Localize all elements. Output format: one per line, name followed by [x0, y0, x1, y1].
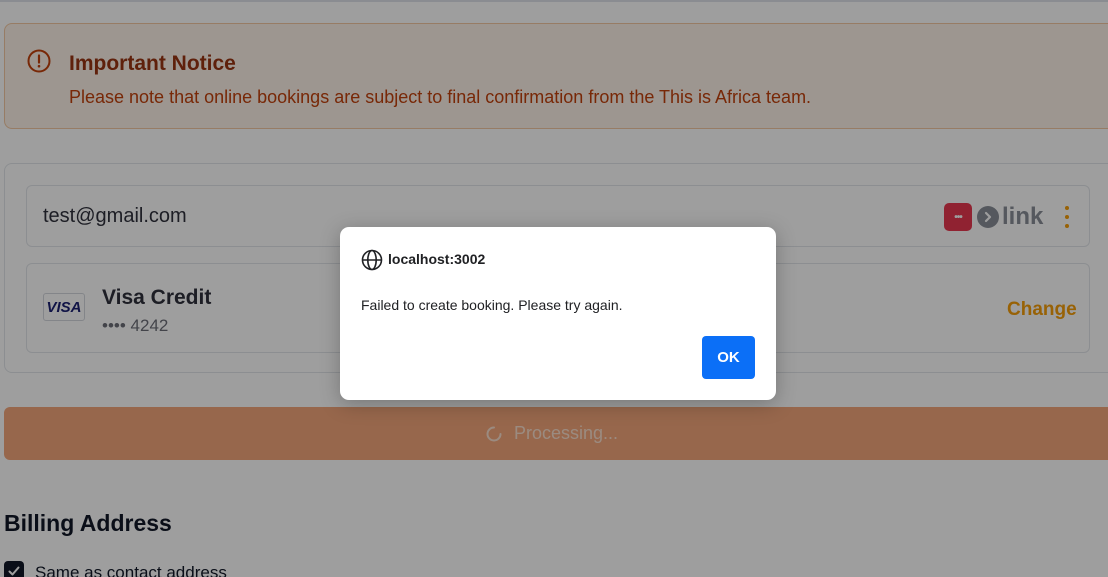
globe-icon [361, 249, 383, 271]
ok-button[interactable]: OK [702, 336, 755, 379]
dialog-origin: localhost:3002 [388, 251, 486, 267]
dialog-message: Failed to create booking. Please try aga… [361, 297, 623, 313]
booking-page: Important Notice Please note that online… [0, 0, 1108, 577]
alert-dialog: localhost:3002 Failed to create booking.… [340, 227, 776, 400]
